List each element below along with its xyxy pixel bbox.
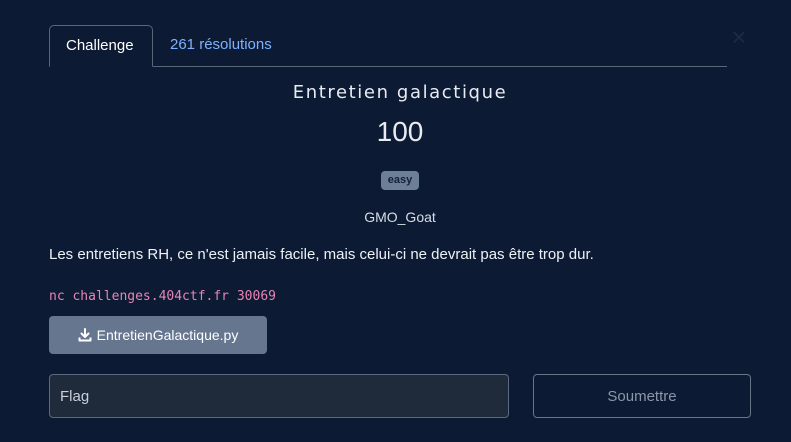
difficulty-badge: easy <box>380 171 420 190</box>
submit-button[interactable]: Soumettre <box>533 374 751 418</box>
difficulty-badge-container: easy <box>49 170 751 190</box>
connection-command: nc challenges.404ctf.fr 30069 <box>49 289 276 304</box>
download-icon <box>78 328 92 342</box>
download-file-button[interactable]: EntretienGalactique.py <box>49 316 267 354</box>
challenge-points: 100 <box>376 116 424 147</box>
challenge-description: Les entretiens RH, ce n'est jamais facil… <box>49 246 594 263</box>
close-icon[interactable]: × <box>728 24 750 50</box>
download-file-label: EntretienGalactique.py <box>96 327 239 343</box>
challenge-author: GMO_Goat <box>364 209 436 225</box>
tab-solves[interactable]: 261 résolutions <box>154 25 288 65</box>
tab-bar: Challenge 261 résolutions <box>49 25 727 67</box>
challenge-title: Entretien galactique <box>292 82 508 103</box>
flag-input[interactable] <box>49 374 509 418</box>
tab-challenge[interactable]: Challenge <box>49 25 153 67</box>
challenge-modal: Challenge 261 résolutions × Entretien ga… <box>0 0 791 442</box>
